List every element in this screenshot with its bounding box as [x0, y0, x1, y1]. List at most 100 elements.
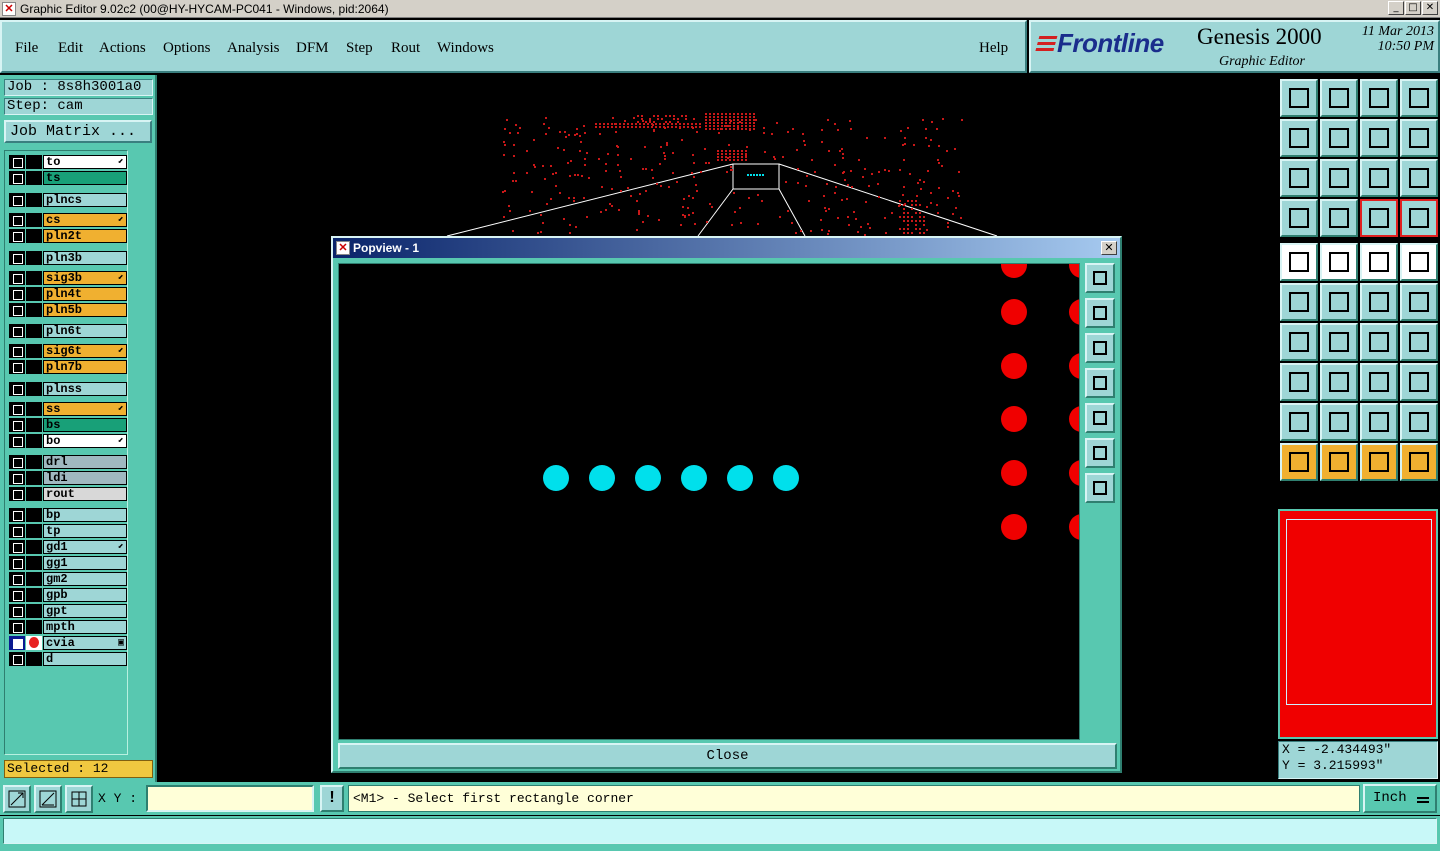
- layer-row-cvia[interactable]: cvia ▣: [9, 636, 127, 650]
- layer-affected-box[interactable]: [26, 324, 42, 338]
- layer-name[interactable]: ts: [43, 171, 127, 185]
- layer-checkbox[interactable]: [9, 271, 25, 285]
- layer-row-pln2t[interactable]: pln2t: [9, 229, 127, 243]
- layer-row-bs[interactable]: bs: [9, 418, 127, 432]
- ruler-button[interactable]: [1360, 243, 1398, 281]
- layer-checkbox[interactable]: [9, 572, 25, 586]
- layer-row-gpb[interactable]: gpb: [9, 588, 127, 602]
- scale-1-2-button[interactable]: [1360, 159, 1398, 197]
- layer-checkbox[interactable]: [9, 213, 25, 227]
- layer-row-drl[interactable]: drl: [9, 455, 127, 469]
- layer-row-bo[interactable]: bo ⬋: [9, 434, 127, 448]
- layer-row-plncs[interactable]: plncs: [9, 193, 127, 207]
- layer-checkbox[interactable]: [9, 588, 25, 602]
- layer-row-pln5b[interactable]: pln5b: [9, 303, 127, 317]
- popview-pan-right-button[interactable]: [1085, 403, 1115, 433]
- layer-checkbox[interactable]: [9, 193, 25, 207]
- zoom-home-button[interactable]: [1280, 79, 1318, 117]
- pan-down-button[interactable]: [1320, 79, 1358, 117]
- layer-checkbox[interactable]: [9, 324, 25, 338]
- layer-name[interactable]: pln6t: [43, 324, 127, 338]
- layer-name[interactable]: sig6t ⬋: [43, 344, 127, 358]
- alert-button[interactable]: !: [320, 785, 344, 812]
- layer-name[interactable]: plnss: [43, 382, 127, 396]
- layer-name[interactable]: pln4t: [43, 287, 127, 301]
- layer-checkbox[interactable]: [9, 155, 25, 169]
- cross-pad-button[interactable]: [1280, 363, 1318, 401]
- popview-zoom-home-button[interactable]: [1085, 263, 1115, 293]
- pan-left-button[interactable]: [1280, 119, 1318, 157]
- layer-checkbox[interactable]: [9, 251, 25, 265]
- layer-name[interactable]: pln3b: [43, 251, 127, 265]
- layer-checkbox[interactable]: [9, 604, 25, 618]
- help-button[interactable]: [1400, 159, 1438, 197]
- route-button[interactable]: [1400, 443, 1438, 481]
- layer-name[interactable]: pln5b: [43, 303, 127, 317]
- layer-name[interactable]: bs: [43, 418, 127, 432]
- triangle-a-button[interactable]: [1320, 403, 1358, 441]
- layer-affected-box[interactable]: [26, 382, 42, 396]
- layer-name[interactable]: ss ⬋: [43, 402, 127, 416]
- cross-button[interactable]: [1320, 283, 1358, 321]
- menu-options[interactable]: Options: [163, 40, 211, 57]
- layer-checkbox[interactable]: [9, 344, 25, 358]
- layer-name[interactable]: gpt: [43, 604, 127, 618]
- layer-affected-box[interactable]: [26, 652, 42, 666]
- menu-dfm[interactable]: DFM: [296, 40, 329, 57]
- layer-name[interactable]: cvia ▣: [43, 636, 127, 650]
- layer-affected-box[interactable]: [26, 251, 42, 265]
- layer-name[interactable]: gpb: [43, 588, 127, 602]
- popview-canvas[interactable]: [338, 263, 1080, 740]
- layer-row-pln6t[interactable]: pln6t: [9, 324, 127, 338]
- layer-checkbox[interactable]: [9, 652, 25, 666]
- home-button[interactable]: [1360, 79, 1398, 117]
- layer-affected-box[interactable]: [26, 556, 42, 570]
- popview-pan-down-button[interactable]: [1085, 333, 1115, 363]
- popview-close-button[interactable]: Close: [338, 743, 1117, 769]
- net-button[interactable]: [1280, 283, 1318, 321]
- components-bot-button[interactable]: [1400, 199, 1438, 237]
- undo-zoom-button[interactable]: [1360, 119, 1398, 157]
- measure-mode-icon[interactable]: [34, 785, 62, 813]
- pad-add-button[interactable]: [1400, 283, 1438, 321]
- layer-name[interactable]: rout: [43, 487, 127, 501]
- layer-checkbox[interactable]: [9, 303, 25, 317]
- layer-name[interactable]: gd1 ⬋: [43, 540, 127, 554]
- layer-affected-box[interactable]: [26, 487, 42, 501]
- layer-affected-box[interactable]: [26, 588, 42, 602]
- layer-affected-box[interactable]: [26, 434, 42, 448]
- popview-pan-left-button[interactable]: [1085, 368, 1115, 398]
- layer-affected-box[interactable]: [26, 271, 42, 285]
- grid-mode-icon[interactable]: [65, 785, 93, 813]
- layer-name[interactable]: pln2t: [43, 229, 127, 243]
- minimize-button[interactable]: _: [1388, 1, 1404, 15]
- select-arrow-button[interactable]: [1320, 443, 1358, 481]
- layer-row-sig6t[interactable]: sig6t ⬋: [9, 344, 127, 358]
- layer-affected-box[interactable]: [26, 508, 42, 522]
- menu-actions[interactable]: Actions: [99, 40, 146, 57]
- layer-name[interactable]: cs ⬋: [43, 213, 127, 227]
- layer-name[interactable]: gm2: [43, 572, 127, 586]
- select-highlight-button[interactable]: [1360, 443, 1398, 481]
- work-layer-icon[interactable]: [26, 636, 42, 650]
- layer-name[interactable]: mpth: [43, 620, 127, 634]
- snap-mode-icon[interactable]: [3, 785, 31, 813]
- edit-shape-button[interactable]: [1320, 243, 1358, 281]
- layer-row-rout[interactable]: rout: [9, 487, 127, 501]
- layer-name[interactable]: gg1: [43, 556, 127, 570]
- layout-button[interactable]: [1400, 79, 1438, 117]
- layer-row-gpt[interactable]: gpt: [9, 604, 127, 618]
- layer-list-scrollbar[interactable]: [130, 150, 153, 755]
- layer-row-gg1[interactable]: gg1: [9, 556, 127, 570]
- layer-affected-box[interactable]: [26, 471, 42, 485]
- layer-checkbox[interactable]: [9, 556, 25, 570]
- maximize-button[interactable]: □: [1405, 1, 1421, 15]
- overview-map[interactable]: [1278, 509, 1438, 739]
- layer-checkbox[interactable]: [9, 540, 25, 554]
- layer-affected-box[interactable]: [26, 344, 42, 358]
- layer-affected-box[interactable]: [26, 193, 42, 207]
- layer-checkbox[interactable]: [9, 636, 25, 650]
- layer-name[interactable]: ldi: [43, 471, 127, 485]
- layer-row-mpth[interactable]: mpth: [9, 620, 127, 634]
- popview-pan-up-button[interactable]: [1085, 298, 1115, 328]
